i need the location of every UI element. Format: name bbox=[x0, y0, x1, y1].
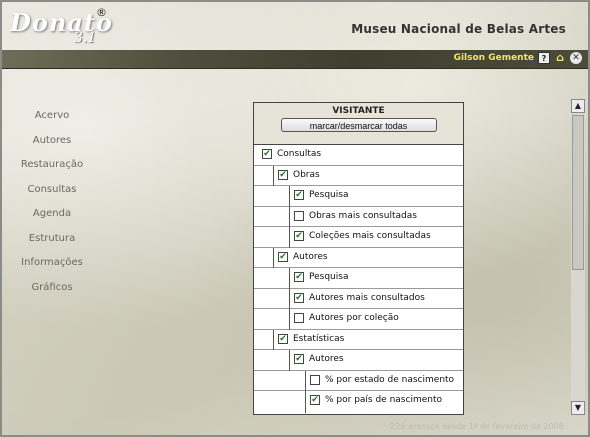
tree-indent-line bbox=[305, 391, 306, 413]
nav-item-estrutura[interactable]: Estrutura bbox=[8, 227, 96, 252]
panel-title: VISITANTE bbox=[332, 106, 385, 116]
permission-label: Autores mais consultados bbox=[309, 292, 425, 303]
scroll-thumb[interactable] bbox=[572, 115, 584, 270]
nav-item-informacoes[interactable]: Informações bbox=[8, 251, 96, 276]
toggle-all-button[interactable]: marcar/desmarcar todas bbox=[280, 118, 437, 132]
permission-checkbox[interactable]: ✔ bbox=[278, 251, 288, 262]
permission-label: Obras bbox=[293, 169, 320, 180]
user-name[interactable]: Gilson Gemente bbox=[454, 53, 534, 63]
close-icon[interactable]: ✕ bbox=[570, 52, 582, 64]
permission-checkbox[interactable]: ✔ bbox=[310, 395, 320, 405]
nav-item-restauracao[interactable]: Restauração bbox=[8, 153, 96, 178]
permission-row: ✔ Pesquisa bbox=[254, 268, 463, 289]
permission-label: % por país de nascimento bbox=[325, 395, 442, 405]
permission-row: ✔ Autores mais consultados bbox=[254, 288, 463, 309]
permission-label: Coleções mais consultadas bbox=[309, 231, 431, 241]
permission-row: ✔ Autores bbox=[254, 247, 463, 268]
permission-checkbox[interactable]: ✔ bbox=[278, 169, 288, 180]
permission-label: Obras mais consultadas bbox=[309, 210, 417, 221]
tree-indent-line bbox=[289, 350, 290, 371]
sidebar-nav: Acervo Autores Restauração Consultas Age… bbox=[8, 104, 96, 300]
permission-label: Autores bbox=[293, 251, 328, 262]
scrollbar[interactable]: ▲ ▼ bbox=[571, 99, 585, 415]
tree-indent-line bbox=[289, 227, 290, 248]
permission-label: Autores por coleção bbox=[309, 313, 399, 323]
panel-header: VISITANTE marcar/desmarcar todas bbox=[254, 103, 463, 145]
logo-registered-mark: ® bbox=[96, 6, 107, 19]
permission-checkbox[interactable]: ✔ bbox=[294, 272, 304, 282]
permission-checkbox[interactable]: ✔ bbox=[278, 333, 288, 344]
help-icon[interactable]: ? bbox=[538, 52, 550, 64]
permission-row: ✔ % por país de nascimento bbox=[254, 391, 463, 413]
tree-indent-line bbox=[289, 186, 290, 207]
nav-item-agenda[interactable]: Agenda bbox=[8, 202, 96, 227]
permission-label: Pesquisa bbox=[309, 272, 349, 282]
permission-checkbox[interactable]: ✔ bbox=[294, 231, 304, 241]
tree-indent-line bbox=[289, 288, 290, 309]
nav-item-autores[interactable]: Autores bbox=[8, 129, 96, 154]
permission-row: ✔ Autores bbox=[254, 350, 463, 371]
permission-label: Consultas bbox=[277, 149, 322, 159]
permission-label: Estatísticas bbox=[293, 333, 345, 344]
tree-indent-line bbox=[289, 206, 290, 227]
permission-checkbox[interactable]: ✔ bbox=[294, 292, 304, 303]
tree-indent-line bbox=[273, 329, 274, 350]
nav-item-consultas[interactable]: Consultas bbox=[8, 178, 96, 203]
permission-row: ✔ Estatísticas bbox=[254, 329, 463, 350]
permission-row: Autores por coleção bbox=[254, 309, 463, 330]
museum-title: Museu Nacional de Belas Artes bbox=[351, 22, 566, 36]
permission-row: ✔ Coleções mais consultadas bbox=[254, 227, 463, 248]
logo-version: 3.1 bbox=[74, 30, 97, 46]
scroll-up-icon[interactable]: ▲ bbox=[571, 99, 585, 113]
permission-label: % por estado de nascimento bbox=[325, 374, 455, 385]
permission-checkbox[interactable] bbox=[310, 374, 320, 385]
permission-label: Pesquisa bbox=[309, 190, 349, 200]
tree-indent-line bbox=[289, 309, 290, 330]
nav-item-acervo[interactable]: Acervo bbox=[8, 104, 96, 129]
permission-checkbox[interactable]: ✔ bbox=[294, 354, 304, 364]
top-bar: Gilson Gemente ? ⌂ ✕ bbox=[2, 50, 588, 69]
tree-indent-line bbox=[305, 370, 306, 391]
header: Donato ® 3.1 Museu Nacional de Belas Art… bbox=[2, 2, 588, 50]
permission-checkbox[interactable]: ✔ bbox=[294, 190, 304, 200]
permission-row: ✔ Pesquisa bbox=[254, 186, 463, 207]
home-icon[interactable]: ⌂ bbox=[554, 52, 566, 64]
permission-label: Autores bbox=[309, 354, 344, 364]
tree-indent-line bbox=[289, 268, 290, 289]
scroll-down-icon[interactable]: ▼ bbox=[571, 401, 585, 415]
permissions-list: ✔ Consultas ✔ Obras ✔ Pesquisa Obras mais cons… bbox=[254, 145, 463, 413]
nav-item-graficos[interactable]: Gráficos bbox=[8, 276, 96, 301]
tree-indent-line bbox=[273, 247, 274, 268]
permission-row: Obras mais consultadas bbox=[254, 206, 463, 227]
permissions-panel: VISITANTE marcar/desmarcar todas ✔ Consul… bbox=[253, 102, 464, 415]
tree-indent-line bbox=[273, 165, 274, 186]
access-counter: 229 acessos desde 1º de fevereiro de 200… bbox=[390, 422, 564, 431]
permission-row: ✔ Consultas bbox=[254, 145, 463, 166]
permission-row: ✔ Obras bbox=[254, 165, 463, 186]
permission-checkbox[interactable]: ✔ bbox=[262, 149, 272, 159]
permission-checkbox[interactable] bbox=[294, 210, 304, 221]
permission-checkbox[interactable] bbox=[294, 313, 304, 323]
permission-row: % por estado de nascimento bbox=[254, 370, 463, 391]
